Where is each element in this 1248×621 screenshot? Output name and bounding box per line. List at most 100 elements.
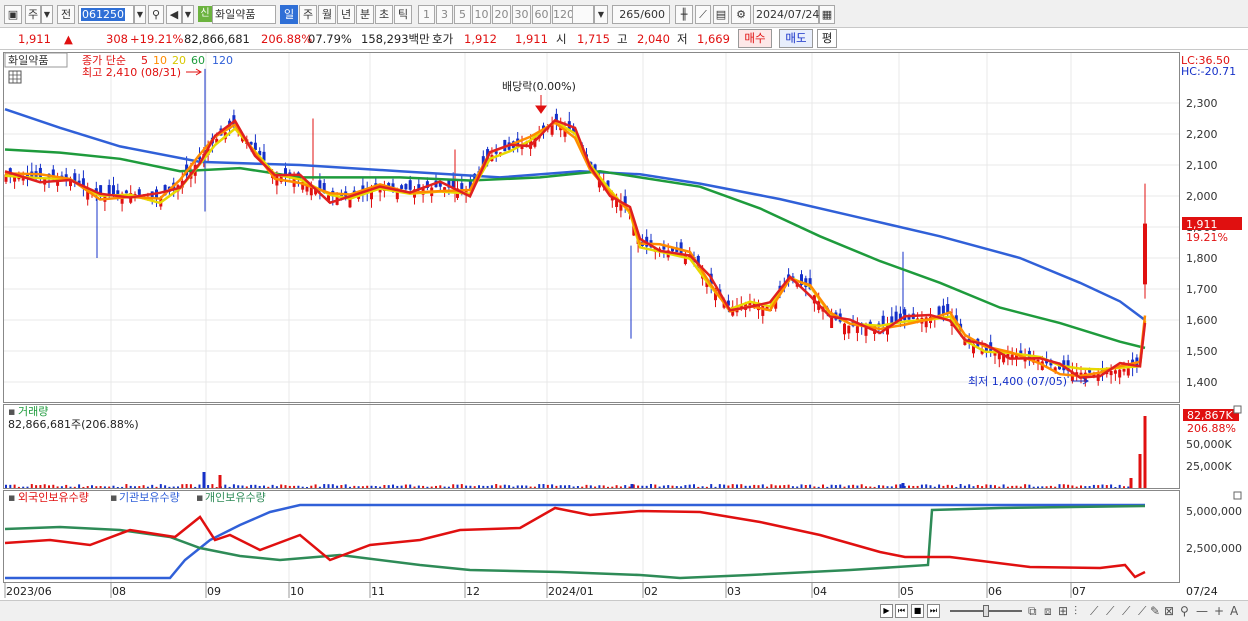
panel-icon[interactable]: ⊞ bbox=[1058, 604, 1068, 618]
volume-bar bbox=[447, 486, 450, 488]
volume-bar bbox=[1110, 484, 1113, 488]
date-field[interactable]: 2024/07/24 bbox=[753, 5, 819, 24]
period-button-2[interactable]: 월 bbox=[318, 5, 336, 24]
volume-bar bbox=[103, 486, 106, 488]
volume-bar bbox=[151, 484, 154, 488]
minus-icon[interactable]: — bbox=[1196, 604, 1208, 618]
volume-bar bbox=[684, 485, 687, 488]
volume-bar bbox=[52, 484, 55, 488]
table-toggle-icon[interactable] bbox=[8, 70, 22, 84]
stop-icon[interactable]: ■ bbox=[911, 604, 924, 618]
price-type-button[interactable]: 전 bbox=[57, 5, 75, 24]
window-menu-icon[interactable]: ▣ bbox=[4, 5, 22, 24]
x-axis-label: 04 bbox=[813, 585, 827, 598]
price-tick: 2,000 bbox=[1186, 190, 1218, 203]
stock-chart[interactable]: 2,3002,2002,1002,0001,9001,8001,7001,600… bbox=[0, 50, 1248, 600]
volume-bar bbox=[349, 486, 351, 488]
zoom-slider-thumb[interactable] bbox=[983, 605, 989, 617]
period-button-3[interactable]: 년 bbox=[337, 5, 355, 24]
volume-bar bbox=[48, 485, 50, 488]
scroll-right-icon[interactable]: ▶ bbox=[880, 604, 893, 618]
search-icon[interactable]: ⚲ bbox=[148, 5, 164, 24]
volume-bars bbox=[5, 416, 1147, 488]
volume-bar bbox=[770, 484, 773, 488]
holdings-tick: 2,500,000 bbox=[1186, 542, 1242, 555]
volume-bar bbox=[1114, 486, 1117, 488]
volume-spike bbox=[1129, 478, 1133, 488]
close-icon[interactable] bbox=[1233, 405, 1242, 414]
stock-name-field[interactable]: 화일약품 bbox=[212, 5, 276, 24]
volume-bar bbox=[164, 485, 167, 488]
interval-button-3[interactable]: 10 bbox=[472, 5, 491, 24]
chevron-down-icon[interactable]: ▼ bbox=[41, 5, 53, 24]
interval-button-5[interactable]: 30 bbox=[512, 5, 531, 24]
compare-icon[interactable]: ⧈ bbox=[1044, 604, 1052, 619]
font-size-icon[interactable]: A bbox=[1230, 604, 1238, 618]
x-axis-label: 10 bbox=[290, 585, 304, 598]
stock-code-input[interactable]: 061250 bbox=[78, 5, 134, 24]
candle-body bbox=[137, 189, 141, 195]
volume-bar bbox=[404, 484, 407, 488]
draw-tool-icon[interactable]: ⟋ bbox=[695, 5, 711, 24]
volume-bar bbox=[998, 486, 1001, 488]
last-candle-body bbox=[1143, 223, 1147, 285]
volume-bar bbox=[1105, 485, 1108, 488]
chevron-down-icon[interactable]: ▼ bbox=[594, 5, 608, 24]
gear-icon[interactable]: ⚙ bbox=[731, 5, 751, 24]
volume-bar bbox=[899, 484, 902, 488]
interval-button-0[interactable]: 1 bbox=[418, 5, 435, 24]
scroll-start-icon[interactable]: ⏮ bbox=[895, 604, 908, 618]
close-icon[interactable] bbox=[1233, 491, 1242, 500]
period-main-select[interactable]: 주 bbox=[25, 5, 41, 24]
x-axis-label: 2024/01 bbox=[548, 585, 594, 598]
volume-spike bbox=[1143, 416, 1147, 488]
bid-price-2: 1,911 bbox=[515, 32, 548, 46]
volume-bar bbox=[198, 484, 201, 488]
plus-icon[interactable]: + bbox=[1214, 604, 1224, 618]
text-icon[interactable]: ⊠ bbox=[1164, 604, 1174, 618]
chevron-down-icon[interactable]: ▼ bbox=[182, 5, 194, 24]
candle-body bbox=[761, 305, 765, 316]
volume-bar bbox=[602, 485, 605, 488]
fib-tool-icon[interactable]: ⟋ bbox=[1122, 604, 1130, 619]
chevron-down-icon[interactable]: ▼ bbox=[134, 5, 146, 24]
candle-body bbox=[1113, 370, 1117, 374]
line-tool-icon[interactable]: ⟋ bbox=[1090, 604, 1098, 619]
volume-panel-border bbox=[3, 404, 1180, 489]
volume-bar bbox=[56, 486, 59, 488]
volume-bar bbox=[73, 486, 76, 488]
average-button[interactable]: 평 bbox=[817, 29, 837, 48]
zoom-icon[interactable]: ⚲ bbox=[1180, 604, 1189, 618]
save-icon[interactable]: ▤ bbox=[713, 5, 729, 24]
volume-bar bbox=[594, 486, 597, 488]
bars-icon[interactable]: ⫶ bbox=[1074, 604, 1077, 619]
pen-icon[interactable]: ✎ bbox=[1150, 604, 1160, 618]
interval-button-4[interactable]: 20 bbox=[492, 5, 511, 24]
period-button-1[interactable]: 주 bbox=[299, 5, 317, 24]
channel-tool-icon[interactable]: ⟋ bbox=[1138, 604, 1146, 619]
bar-count-field[interactable]: 265/600 bbox=[612, 5, 670, 24]
interval-button-7[interactable]: 120 bbox=[552, 5, 574, 24]
turnover-rate: 07.79% bbox=[308, 32, 352, 46]
buy-button[interactable]: 매수 bbox=[738, 29, 772, 48]
candle-type-icon[interactable]: ╫ bbox=[675, 5, 693, 24]
custom-interval-input[interactable] bbox=[572, 5, 594, 24]
interval-button-6[interactable]: 60 bbox=[532, 5, 551, 24]
sell-button[interactable]: 매도 bbox=[779, 29, 813, 48]
scroll-end-icon[interactable]: ⏭ bbox=[927, 604, 940, 618]
period-button-6[interactable]: 틱 bbox=[394, 5, 412, 24]
calendar-icon[interactable]: ▦ bbox=[819, 5, 835, 24]
layout-icon[interactable]: ⧉ bbox=[1028, 604, 1037, 619]
current-price: 1,911 bbox=[18, 32, 51, 46]
interval-button-2[interactable]: 5 bbox=[454, 5, 471, 24]
volume-bar bbox=[1118, 484, 1121, 488]
period-button-4[interactable]: 분 bbox=[356, 5, 374, 24]
trend-tool-icon[interactable]: ⟋ bbox=[1106, 604, 1114, 619]
volume-bar bbox=[361, 486, 364, 488]
speaker-icon[interactable]: ◀ bbox=[166, 5, 182, 24]
period-button-0[interactable]: 일 bbox=[280, 5, 298, 24]
current-pct-tag: 19.21% bbox=[1186, 231, 1228, 244]
volume-bar bbox=[942, 485, 945, 488]
interval-button-1[interactable]: 3 bbox=[436, 5, 453, 24]
period-button-5[interactable]: 초 bbox=[375, 5, 393, 24]
